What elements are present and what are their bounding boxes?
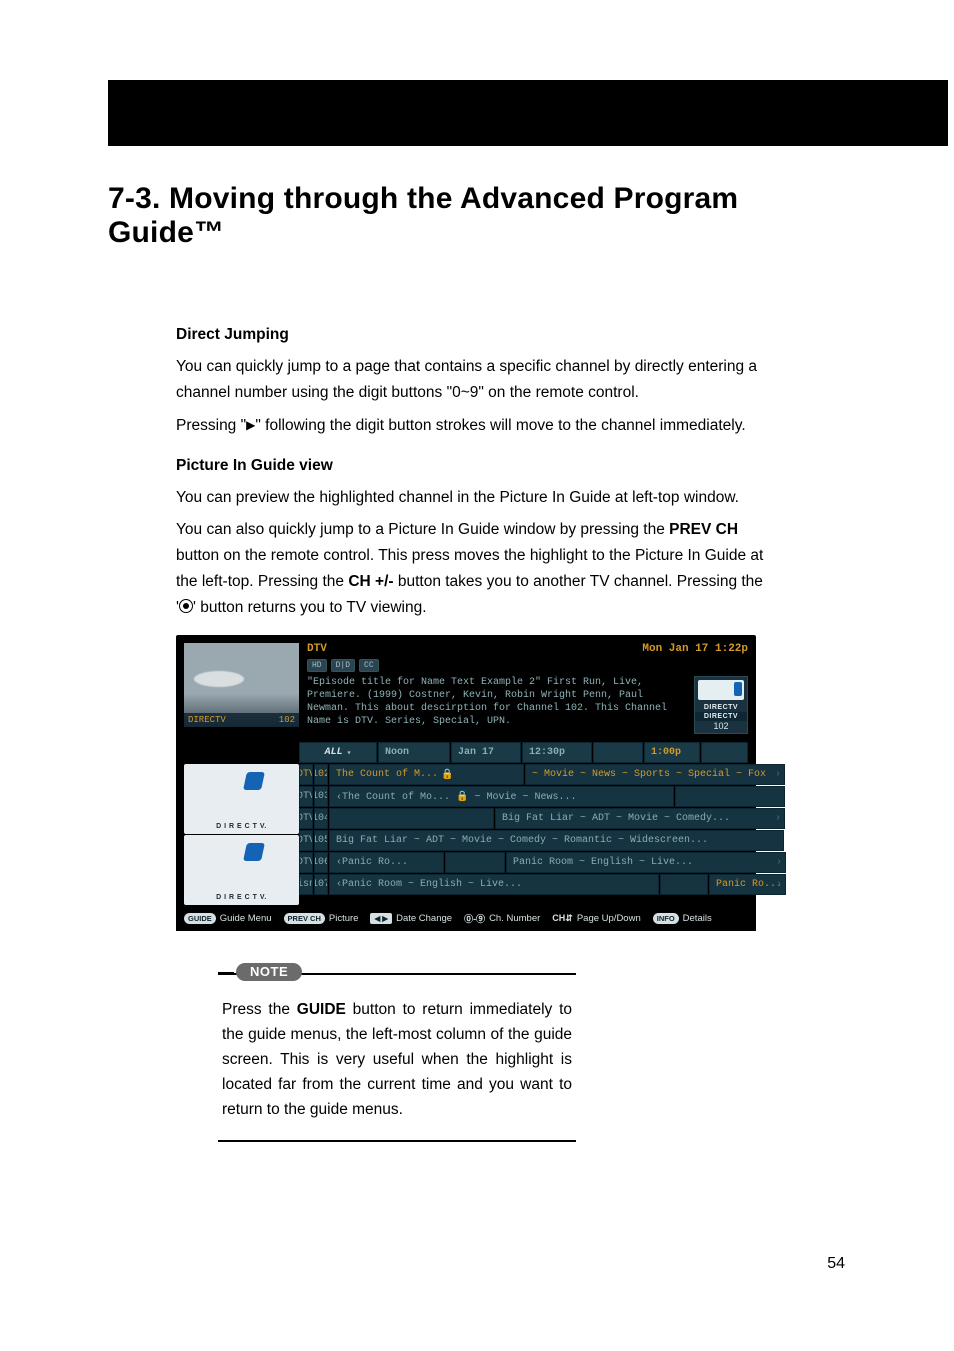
- program-cell[interactable]: ‹Panic Ro...: [329, 852, 444, 873]
- program-cell[interactable]: ‹The Count of Mo... 🔒 ~ Movie ~ News...: [329, 786, 674, 807]
- program-cell[interactable]: [675, 786, 785, 807]
- guide-datetime: Mon Jan 17 1:22p: [642, 643, 748, 655]
- program-cell[interactable]: [329, 808, 494, 829]
- footer-hint: ⓪-⑨ Ch. Number: [464, 912, 540, 925]
- footer-hint: CH⇵ Page Up/Down: [552, 913, 640, 924]
- program-cell[interactable]: [445, 852, 505, 873]
- channel-callsign[interactable]: DTV: [299, 852, 313, 873]
- program-cell[interactable]: Panic Ro...›: [709, 874, 786, 895]
- program-cell[interactable]: Big Fat Liar ~ ADT ~ Movie ~ Comedy...›: [495, 808, 785, 829]
- pig-p1: You can preview the highlighted channel …: [176, 485, 770, 511]
- guide-channel-name: DTV: [307, 643, 327, 655]
- time-header: [593, 742, 643, 763]
- guide-channel-logo: DIRECTV DIRECTV 102: [694, 676, 748, 734]
- record-dot-icon: [179, 599, 193, 613]
- channel-callsign[interactable]: DTV: [299, 808, 313, 829]
- pig-label-name: DIRECTV: [188, 715, 226, 725]
- section-title: 7-3. Moving through the Advanced Program…: [108, 182, 808, 250]
- time-header: [701, 742, 748, 763]
- note-label: NOTE: [236, 963, 302, 981]
- channel-logo-thumb: D I R E C T V.: [184, 764, 299, 834]
- guide-description: "Episode title for Name Text Example 2" …: [307, 676, 688, 728]
- note-text: Press the GUIDE button to return immedia…: [222, 997, 572, 1122]
- filter-all[interactable]: ALL▾: [299, 742, 377, 763]
- page-number: 54: [827, 1255, 845, 1273]
- direct-jumping-p2: Pressing "▶" following the digit button …: [176, 412, 770, 439]
- time-header: 12:30p: [522, 742, 592, 763]
- note-box: NOTE Press the GUIDE button to return im…: [218, 973, 576, 1142]
- time-header: Jan 17: [451, 742, 521, 763]
- channel-logo-thumb: D I R E C T V.: [184, 835, 299, 905]
- direct-jumping-p1: You can quickly jump to a page that cont…: [176, 354, 770, 406]
- guide-badges: HDD|DCC: [307, 659, 748, 672]
- program-cell[interactable]: ‹Panic Room ~ English ~ Live...: [329, 874, 659, 895]
- time-header: Noon: [378, 742, 450, 763]
- channel-callsign[interactable]: Disne: [299, 874, 313, 895]
- channel-callsign[interactable]: DTV: [299, 764, 313, 785]
- guide-footer: GUIDEGuide Menu PREV CHPicture ◀ ▶Date Cha…: [176, 909, 756, 931]
- channel-number[interactable]: 105: [314, 830, 328, 851]
- footer-hint: PREV CHPicture: [284, 913, 359, 924]
- footer-hint: ◀ ▶Date Change: [370, 913, 452, 924]
- pig-p2: You can also quickly jump to a Picture I…: [176, 517, 770, 621]
- channel-number[interactable]: 102: [314, 764, 328, 785]
- program-cell[interactable]: ~ Movie ~ News ~ Sports ~ Special ~ Fox›: [525, 764, 785, 785]
- time-header: 1:00p: [644, 742, 700, 763]
- channel-number[interactable]: 106: [314, 852, 328, 873]
- channel-number[interactable]: 107: [314, 874, 328, 895]
- play-icon: ▶: [246, 412, 255, 438]
- program-cell[interactable]: The Count of M... 🔒: [329, 764, 524, 785]
- header-black-band: [108, 80, 948, 146]
- footer-hint: INFODetails: [653, 913, 712, 924]
- program-cell[interactable]: Panic Room ~ English ~ Live...›: [506, 852, 786, 873]
- channel-number[interactable]: 103: [314, 786, 328, 807]
- direct-jumping-heading: Direct Jumping: [176, 322, 770, 348]
- channel-number[interactable]: 104: [314, 808, 328, 829]
- program-cell[interactable]: Big Fat Liar ~ ADT ~ Movie ~ Comedy ~ Ro…: [329, 830, 784, 851]
- channel-callsign[interactable]: DTV: [299, 830, 313, 851]
- guide-screenshot: DIRECTV 102 DTV Mon Jan 17 1:22p HDD|DCC…: [176, 635, 756, 931]
- channel-callsign[interactable]: DTV: [299, 786, 313, 807]
- pig-heading: Picture In Guide view: [176, 453, 770, 479]
- program-cell[interactable]: [660, 874, 708, 895]
- picture-in-guide-window[interactable]: DIRECTV 102: [184, 643, 299, 727]
- pig-label-num: 102: [279, 715, 295, 725]
- footer-hint: GUIDEGuide Menu: [184, 913, 272, 924]
